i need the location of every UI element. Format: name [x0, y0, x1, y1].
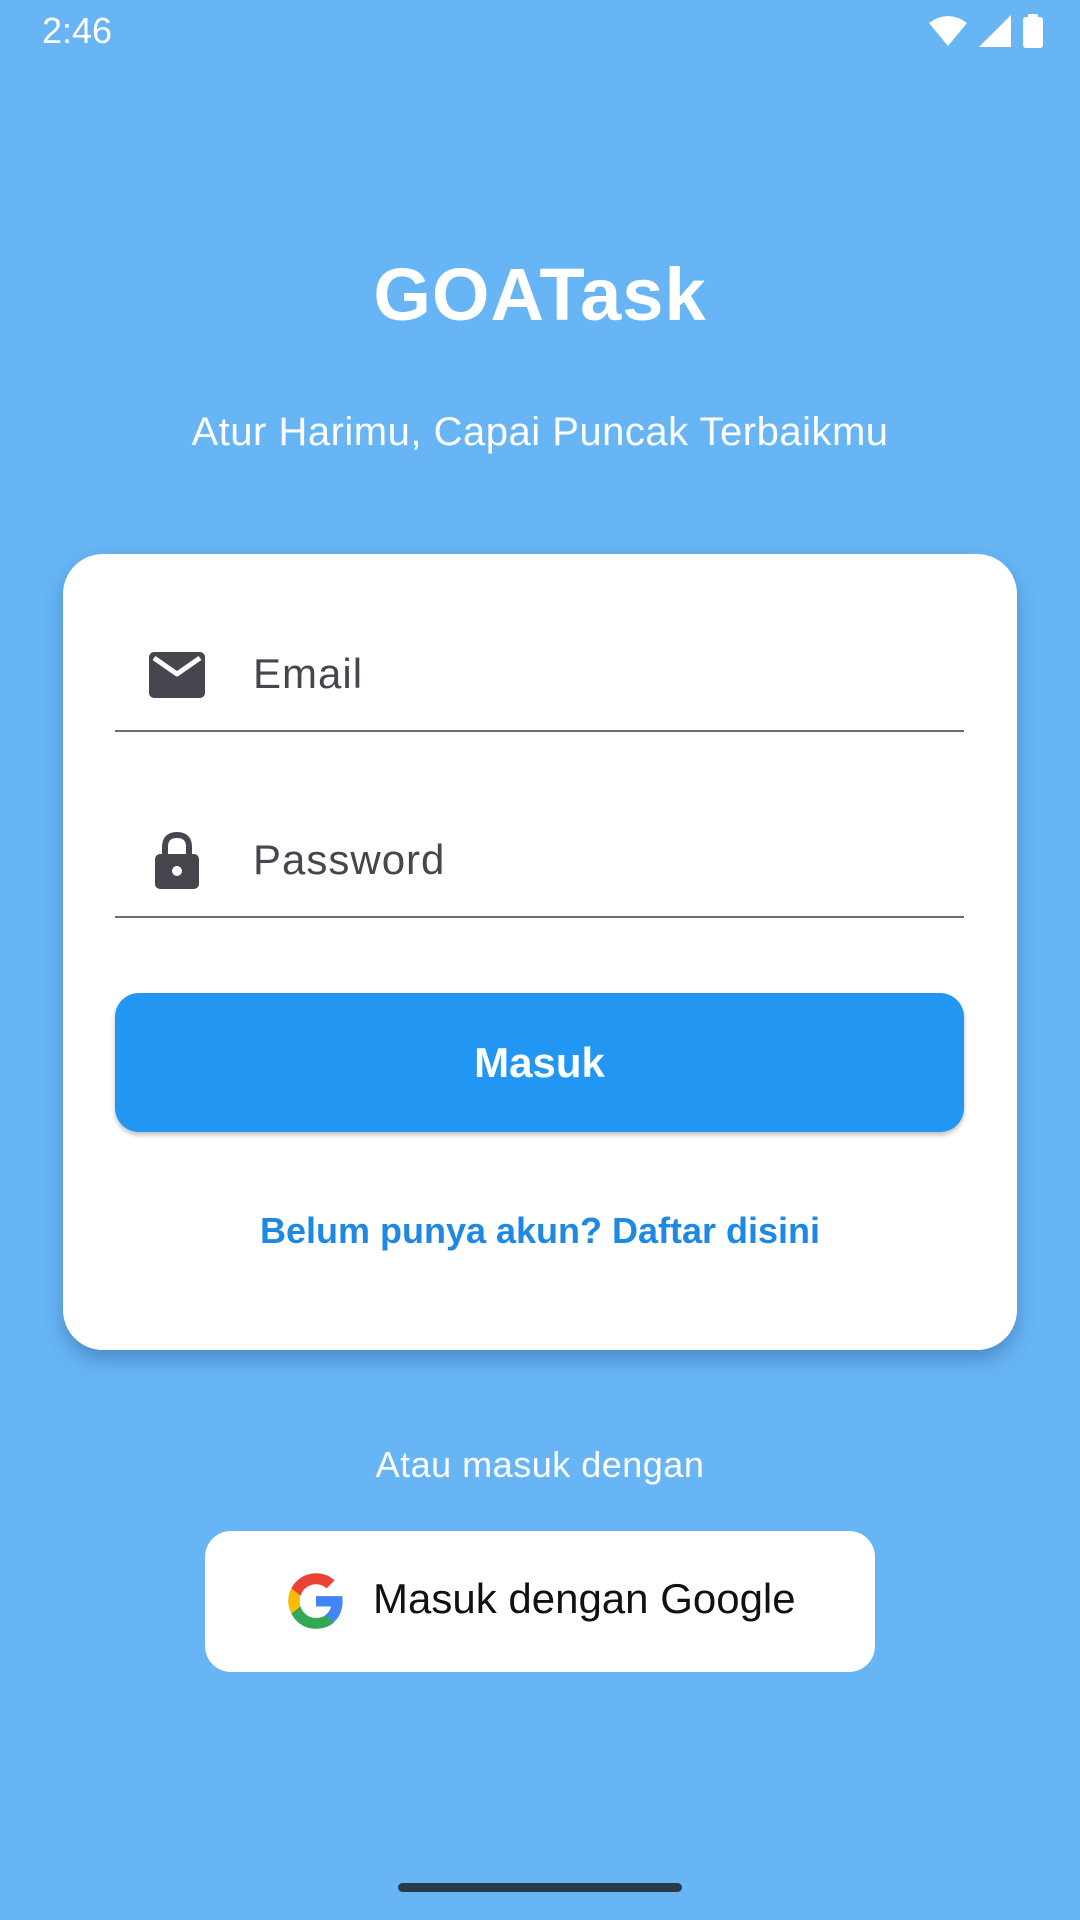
wifi-icon — [929, 16, 967, 46]
cellular-signal-icon — [979, 15, 1011, 47]
register-link[interactable]: Belum punya akun? Daftar disini — [0, 1210, 1080, 1252]
login-button[interactable]: Masuk — [115, 993, 964, 1132]
google-login-label: Masuk dengan Google — [373, 1575, 796, 1622]
status-icons — [928, 14, 1044, 48]
email-icon — [149, 647, 205, 703]
app-title: GOATask — [373, 253, 707, 336]
status-time: 2:46 — [42, 10, 113, 51]
alt-login-divider-text: Atau masuk dengan — [375, 1444, 705, 1485]
home-indicator[interactable] — [398, 1883, 682, 1892]
google-login-button[interactable]: Masuk dengan Google — [205, 1531, 875, 1672]
password-field[interactable] — [115, 806, 964, 918]
lock-icon — [149, 832, 205, 889]
status-bar: 2:46 — [0, 0, 1080, 64]
battery-icon — [1023, 14, 1043, 48]
app-subtitle: Atur Harimu, Capai Puncak Terbaikmu — [191, 410, 889, 454]
google-icon — [288, 1573, 343, 1629]
email-input[interactable] — [253, 646, 954, 702]
email-field[interactable] — [115, 620, 964, 732]
password-input[interactable] — [253, 832, 954, 888]
